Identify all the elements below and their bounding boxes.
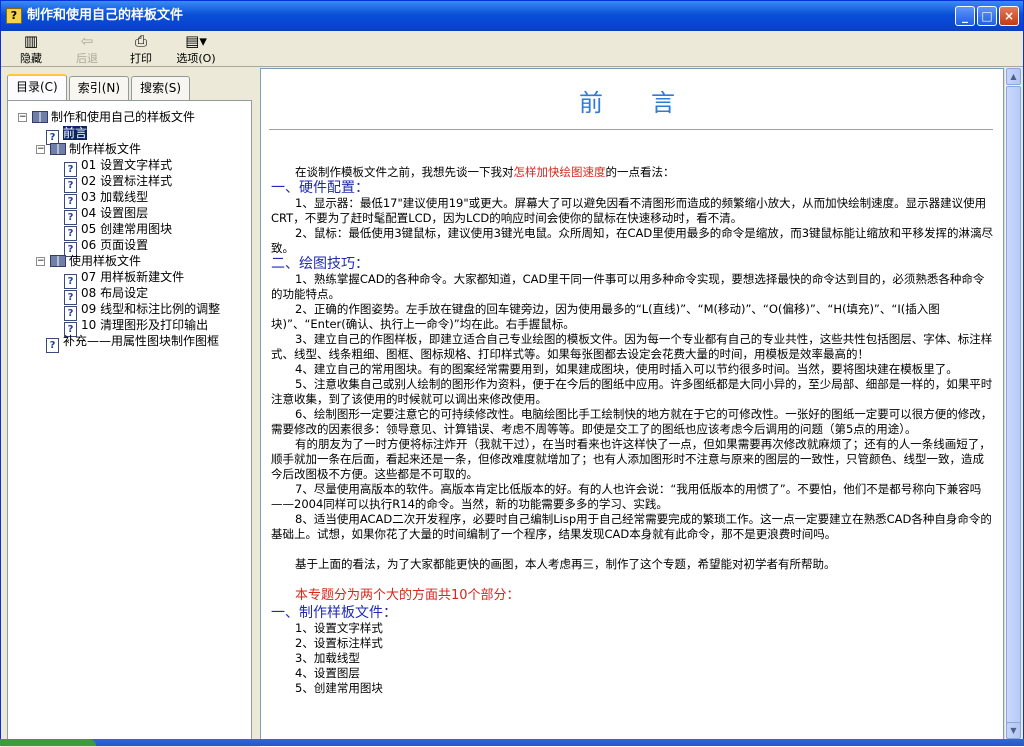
heading-divider bbox=[269, 129, 993, 131]
print-icon: ⎙ bbox=[134, 32, 147, 50]
paragraph: 2、正确的作图姿势。左手放在键盘的回车键旁边，因为使用最多的“L(直线)”、“M… bbox=[271, 302, 940, 331]
list-item: 4、设置图层 bbox=[295, 666, 360, 680]
tree-expander-icon[interactable]: − bbox=[36, 257, 45, 266]
help-app-icon: ? bbox=[6, 8, 22, 24]
nav-tabs: 目录(C) 索引(N) 搜索(S) bbox=[7, 74, 192, 100]
print-button[interactable]: ⎙ 打印 bbox=[119, 32, 163, 66]
content-pane: 前言 在谈制作模板文件之前，我想先谈一下我对怎样加快绘图速度的一点看法： 一、硬… bbox=[260, 68, 1004, 740]
tab-search[interactable]: 搜索(S) bbox=[131, 76, 191, 100]
tree-node-label: 08 布局设定 bbox=[81, 286, 149, 300]
help-window: ? 制作和使用自己的样板文件 _ □ × ▥ 隐藏 ⇦ 后退 ⎙ 打印 ▤▾ 选… bbox=[0, 0, 1024, 747]
open-book-icon bbox=[50, 255, 66, 267]
list-item: 2、设置标注样式 bbox=[295, 636, 383, 650]
tree-book-node[interactable]: 制作和使用自己的样板文件 bbox=[32, 109, 195, 125]
tree-book-node[interactable]: 制作样板文件 bbox=[50, 141, 141, 157]
tree-page-node[interactable]: ? 04 设置图层 bbox=[64, 205, 149, 225]
intro-text-end: 的一点看法： bbox=[605, 165, 675, 179]
intro-text: 在谈制作模板文件之前，我想先谈一下我对 bbox=[295, 165, 514, 179]
overview-line: 本专题分为两个大的方面共10个部分： bbox=[295, 588, 520, 603]
list-item: 1、设置文字样式 bbox=[295, 621, 383, 635]
close-button[interactable]: × bbox=[999, 6, 1019, 26]
open-book-icon bbox=[50, 143, 66, 155]
back-button[interactable]: ⇦ 后退 bbox=[65, 32, 109, 66]
section-hardware: 一、硬件配置： bbox=[271, 180, 369, 196]
tree-page-node[interactable]: ? 02 设置标注样式 bbox=[64, 173, 173, 193]
list-item: 5、创建常用图块 bbox=[295, 681, 383, 695]
tab-index[interactable]: 索引(N) bbox=[68, 76, 130, 100]
taskbar bbox=[0, 739, 1024, 746]
tree-node-label: 01 设置文字样式 bbox=[81, 158, 173, 172]
tree-node-label: 前言 bbox=[63, 126, 88, 140]
tree-node-label: 10 清理图形及打印输出 bbox=[81, 318, 209, 332]
maximize-button[interactable]: □ bbox=[977, 6, 997, 26]
tree-node-label: 使用样板文件 bbox=[69, 254, 142, 268]
paragraph: 6、绘制图形一定要注意它的可持续修改性。电脑绘图比手工绘制快的地方就在于它的可修… bbox=[271, 407, 993, 436]
tree-page-node[interactable]: ? 08 布局设定 bbox=[64, 285, 149, 305]
title-bar[interactable]: ? 制作和使用自己的样板文件 _ □ × bbox=[1, 1, 1023, 31]
tree-node-label: 06 页面设置 bbox=[81, 238, 149, 252]
scroll-thumb[interactable] bbox=[1006, 86, 1021, 726]
paragraph: 2、鼠标：最低使用3键鼠标，建议使用3键光电鼠。众所周知，在CAD里使用最多的命… bbox=[271, 226, 994, 255]
paragraph: 1、熟练掌握CAD的各种命令。大家都知道，CAD里干同一件事可以用多种命令实现，… bbox=[271, 272, 985, 301]
toolbar: ▥ 隐藏 ⇦ 后退 ⎙ 打印 ▤▾ 选项(O) bbox=[1, 31, 1023, 67]
tree-node-label: 07 用样板新建文件 bbox=[81, 270, 185, 284]
back-icon: ⇦ bbox=[80, 32, 94, 50]
intro-paragraph: 在谈制作模板文件之前，我想先谈一下我对怎样加快绘图速度的一点看法： bbox=[271, 165, 993, 180]
paragraph: 4、建立自己的常用图块。有的图案经常需要用到，如果建成图块，使用时插入可以节约很… bbox=[295, 362, 958, 376]
help-page-icon: ? bbox=[46, 338, 59, 353]
tree-expander-icon[interactable]: − bbox=[18, 113, 27, 122]
paragraph: 8、适当使用ACAD二次开发程序，必要时自己编制Lisp用于自己经常需要完成的繁… bbox=[271, 512, 992, 541]
tree-node-label: 03 加载线型 bbox=[81, 190, 149, 204]
hide-button[interactable]: ▥ 隐藏 bbox=[9, 32, 53, 66]
options-label: 选项(O) bbox=[176, 52, 216, 65]
list-item: 3、加载线型 bbox=[295, 651, 360, 665]
paragraph: 有的朋友为了一时方便将标注炸开（我就干过），在当时看来也许这样快了一点，但如果需… bbox=[271, 437, 991, 481]
scroll-down-icon[interactable]: ▼ bbox=[1006, 722, 1021, 739]
start-button[interactable] bbox=[0, 739, 96, 746]
section-techniques: 二、绘图技巧： bbox=[271, 256, 369, 272]
intro-highlight: 怎样加快绘图速度 bbox=[513, 165, 606, 179]
options-icon: ▤▾ bbox=[185, 32, 207, 50]
tree-page-node[interactable]: ? 07 用样板新建文件 bbox=[64, 269, 185, 289]
tree-page-node[interactable]: ? 01 设置文字样式 bbox=[64, 157, 173, 177]
tree-node-label: 制作样板文件 bbox=[69, 142, 142, 156]
scroll-up-icon[interactable]: ▲ bbox=[1006, 68, 1021, 85]
vertical-scrollbar[interactable]: ▲ ▼ bbox=[1004, 68, 1021, 740]
paragraph: 基于上面的看法，为了大家都能更快的画图，本人考虑再三，制作了这个专题，希望能对初… bbox=[295, 557, 836, 571]
tree-expander-icon[interactable]: − bbox=[36, 145, 45, 154]
paragraph: 7、尽量使用高版本的软件。高版本肯定比低版本的好。有的人也许会说：“我用低版本的… bbox=[271, 482, 982, 511]
paragraph: 5、注意收集自己或别人绘制的图形作为资料，便于在今后的图纸中应用。许多图纸都是大… bbox=[271, 377, 993, 406]
page-heading: 前言 bbox=[579, 89, 723, 117]
contents-tree[interactable]: − 制作和使用自己的样板文件? 前言 − 制作样板文件? 01 设置文字样式? 02 设置标… bbox=[7, 100, 252, 740]
tree-node-label: 制作和使用自己的样板文件 bbox=[51, 110, 196, 124]
hide-label: 隐藏 bbox=[20, 52, 42, 65]
navigation-pane: 目录(C) 索引(N) 搜索(S) − 制作和使用自己的样板文件? 前言 − 制作样板文… bbox=[1, 68, 256, 747]
tree-page-node[interactable]: ? 03 加载线型 bbox=[64, 189, 149, 209]
hide-icon: ▥ bbox=[23, 32, 39, 50]
paragraph: 3、建立自己的作图样板，即建立适合自己专业绘图的模板文件。因为每一个专业都有自己… bbox=[271, 332, 993, 361]
options-button[interactable]: ▤▾ 选项(O) bbox=[171, 32, 221, 66]
tree-page-node[interactable]: ? 09 线型和标注比例的调整 bbox=[64, 301, 221, 321]
tab-contents[interactable]: 目录(C) bbox=[7, 74, 67, 100]
tree-node-label: 02 设置标注样式 bbox=[81, 174, 173, 188]
open-book-icon bbox=[32, 111, 48, 123]
tree-page-node[interactable]: ? 05 创建常用图块 bbox=[64, 221, 173, 241]
tree-page-node[interactable]: ? 10 清理图形及打印输出 bbox=[64, 317, 209, 337]
tree-node-label: 05 创建常用图块 bbox=[81, 222, 173, 236]
window-title: 制作和使用自己的样板文件 bbox=[27, 8, 184, 23]
tree-node-label: 04 设置图层 bbox=[81, 206, 149, 220]
tree-node-label: 补充——用属性图块制作图框 bbox=[63, 334, 220, 348]
section-make-template: 一、制作样板文件： bbox=[271, 605, 397, 621]
tree-page-node[interactable]: ? 前言 bbox=[46, 125, 88, 145]
paragraph: 1、显示器：最低17"建议使用19"或更大。屏幕大了可以避免因看不清图形而造成的… bbox=[271, 196, 987, 225]
back-label: 后退 bbox=[76, 52, 98, 65]
tree-node-label: 09 线型和标注比例的调整 bbox=[81, 302, 221, 316]
article-body: 在谈制作模板文件之前，我想先谈一下我对怎样加快绘图速度的一点看法： 一、硬件配置… bbox=[271, 165, 993, 696]
tree-book-node[interactable]: 使用样板文件 bbox=[50, 253, 141, 269]
tree-page-node[interactable]: ? 06 页面设置 bbox=[64, 237, 149, 257]
minimize-button[interactable]: _ bbox=[955, 6, 975, 26]
print-label: 打印 bbox=[130, 52, 152, 65]
tree-page-node[interactable]: ? 补充——用属性图块制作图框 bbox=[46, 333, 220, 353]
